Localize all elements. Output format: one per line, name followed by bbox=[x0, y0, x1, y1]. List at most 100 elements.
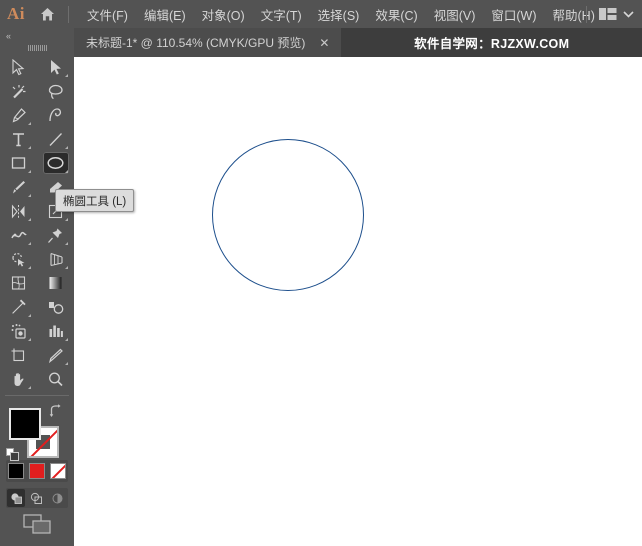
color-swatch-none[interactable] bbox=[49, 463, 66, 479]
width-warp-icon bbox=[10, 231, 27, 238]
blend-icon bbox=[48, 301, 63, 314]
width-tool[interactable] bbox=[0, 223, 37, 247]
reflect-icon bbox=[11, 203, 25, 219]
pen-tool[interactable] bbox=[0, 103, 37, 127]
draw-behind-mode[interactable] bbox=[28, 489, 46, 507]
perspective-grid-tool[interactable] bbox=[37, 247, 74, 271]
fill-swatch[interactable] bbox=[9, 408, 41, 440]
tool-grid bbox=[0, 53, 74, 391]
flyout-indicator-icon bbox=[64, 242, 68, 245]
color-controls bbox=[0, 400, 74, 534]
artboard-icon bbox=[11, 348, 25, 361]
menu-item-list: 文件(F) 编辑(E) 对象(O) 文字(T) 选择(S) 效果(C) 视图(V… bbox=[79, 1, 603, 28]
ellipse-icon bbox=[47, 157, 64, 169]
ellipse-shape[interactable] bbox=[212, 139, 364, 291]
magic-wand-tool[interactable] bbox=[0, 79, 37, 103]
workspace-switcher[interactable] bbox=[580, 0, 634, 28]
paintbrush-icon bbox=[13, 180, 25, 193]
menu-divider bbox=[68, 5, 69, 23]
mesh-icon bbox=[11, 276, 26, 290]
zoom-tool[interactable] bbox=[37, 367, 74, 391]
document-tab-bar: 未标题-1* @ 110.54% (CMYK/GPU 预览) ✕ 软件自学网：R… bbox=[74, 28, 642, 57]
line-segment-icon bbox=[49, 132, 62, 146]
flyout-indicator-icon bbox=[64, 170, 68, 173]
flyout-indicator-icon bbox=[27, 338, 31, 341]
curvature-tool[interactable] bbox=[37, 103, 74, 127]
curvature-icon bbox=[49, 107, 62, 121]
home-icon[interactable] bbox=[32, 0, 62, 28]
flyout-indicator-icon bbox=[64, 362, 68, 365]
lasso-icon bbox=[48, 84, 63, 99]
eyedropper-tool[interactable] bbox=[0, 295, 37, 319]
document-tab[interactable]: 未标题-1* @ 110.54% (CMYK/GPU 预览) ✕ bbox=[74, 28, 342, 57]
artboard-tool[interactable] bbox=[0, 343, 37, 367]
panel-drag-handle[interactable] bbox=[0, 43, 74, 53]
mesh-tool[interactable] bbox=[0, 271, 37, 295]
selection-tool[interactable] bbox=[0, 55, 37, 79]
flyout-indicator-icon bbox=[27, 218, 31, 221]
menu-bar: Ai 文件(F) 编辑(E) 对象(O) 文字(T) 选择(S) 效果(C) 视… bbox=[0, 0, 642, 28]
flyout-indicator-icon bbox=[27, 386, 31, 389]
gradient-icon bbox=[49, 277, 62, 289]
paintbrush-tool[interactable] bbox=[0, 175, 37, 199]
flyout-indicator-icon bbox=[27, 242, 31, 245]
pushpin-icon bbox=[48, 228, 62, 243]
free-transform-tool[interactable] bbox=[37, 223, 74, 247]
draw-mode-buttons bbox=[6, 488, 68, 508]
magic-wand-icon bbox=[12, 84, 26, 98]
menu-effect[interactable]: 效果(C) bbox=[367, 1, 425, 28]
color-swatch-red[interactable] bbox=[28, 463, 45, 479]
ai-logo-icon: Ai bbox=[7, 4, 25, 23]
chevron-down-icon bbox=[623, 11, 634, 18]
draw-normal-mode[interactable] bbox=[7, 489, 26, 507]
menu-object[interactable]: 对象(O) bbox=[194, 1, 253, 28]
flyout-indicator-icon bbox=[27, 170, 31, 173]
collapse-panel-button[interactable]: « bbox=[0, 28, 74, 43]
default-fill-stroke-icon[interactable] bbox=[6, 448, 20, 467]
flyout-indicator-icon bbox=[64, 74, 68, 77]
hand-icon bbox=[14, 372, 24, 386]
hand-tool[interactable] bbox=[0, 367, 37, 391]
direct-selection-tool[interactable] bbox=[37, 55, 74, 79]
watermark-text: 软件自学网：RJZXW.COM bbox=[414, 37, 570, 51]
pen-nib-icon bbox=[12, 107, 26, 123]
type-tool[interactable] bbox=[0, 127, 37, 151]
flyout-indicator-icon bbox=[27, 266, 31, 269]
document-tab-title: 未标题-1* @ 110.54% (CMYK/GPU 预览) bbox=[86, 36, 306, 50]
tool-divider bbox=[5, 395, 69, 396]
gradient-tool[interactable] bbox=[37, 271, 74, 295]
flyout-indicator-icon bbox=[27, 122, 31, 125]
change-screen-mode-icon[interactable] bbox=[0, 514, 74, 534]
menu-select[interactable]: 选择(S) bbox=[310, 1, 368, 28]
white-arrow-cursor-icon bbox=[51, 59, 61, 74]
menu-edit[interactable]: 编辑(E) bbox=[136, 1, 194, 28]
tools-panel: « bbox=[0, 28, 74, 546]
swap-fill-stroke-icon[interactable] bbox=[48, 404, 62, 423]
flyout-indicator-icon bbox=[27, 146, 31, 149]
flyout-indicator-icon bbox=[64, 266, 68, 269]
rectangle-icon bbox=[11, 157, 26, 169]
rectangle-tool[interactable] bbox=[0, 151, 37, 175]
type-t-icon bbox=[13, 132, 24, 146]
menu-type[interactable]: 文字(T) bbox=[253, 1, 310, 28]
workspace-divider bbox=[586, 5, 587, 23]
blend-tool[interactable] bbox=[37, 295, 74, 319]
column-graph-tool[interactable] bbox=[37, 319, 74, 343]
artboard-canvas[interactable] bbox=[74, 57, 642, 546]
symbol-sprayer-icon bbox=[11, 323, 26, 339]
slice-tool[interactable] bbox=[37, 343, 74, 367]
ellipse-tool[interactable] bbox=[37, 151, 74, 175]
line-segment-tool[interactable] bbox=[37, 127, 74, 151]
slice-knife-icon bbox=[48, 348, 63, 363]
workspace-layout-icon bbox=[599, 8, 617, 20]
close-icon[interactable]: ✕ bbox=[315, 35, 333, 51]
draw-inside-mode[interactable] bbox=[49, 489, 67, 507]
menu-window[interactable]: 窗口(W) bbox=[483, 1, 544, 28]
flyout-indicator-icon bbox=[27, 194, 31, 197]
menu-view[interactable]: 视图(V) bbox=[426, 1, 484, 28]
symbol-sprayer-tool[interactable] bbox=[0, 319, 37, 343]
reflect-tool[interactable] bbox=[0, 199, 37, 223]
lasso-tool[interactable] bbox=[37, 79, 74, 103]
shape-builder-tool[interactable] bbox=[0, 247, 37, 271]
menu-file[interactable]: 文件(F) bbox=[79, 1, 136, 28]
